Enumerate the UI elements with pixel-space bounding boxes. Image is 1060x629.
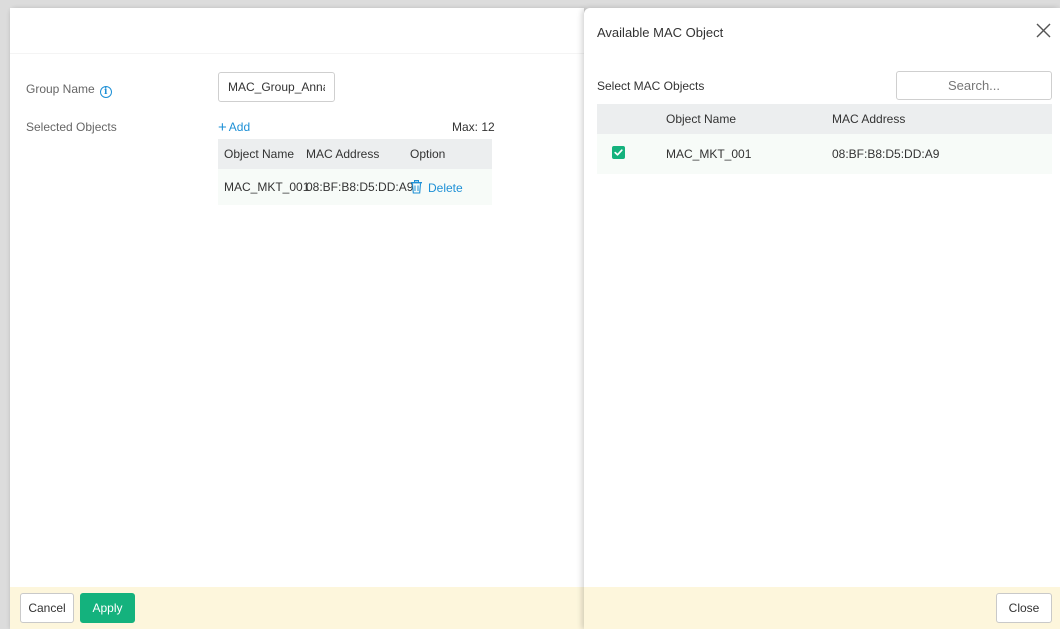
selected-objects-table: Object Name MAC Address Option MAC_MKT_0… bbox=[218, 139, 492, 205]
column-header-mac-address: MAC Address bbox=[306, 147, 380, 161]
selected-objects-label: Selected Objects bbox=[26, 120, 117, 134]
close-icon[interactable] bbox=[1036, 23, 1051, 38]
available-mac-object-drawer: Available MAC Object Select MAC Objects … bbox=[584, 8, 1060, 629]
table-row[interactable]: MAC_MKT_001 08:BF:B8:D5:DD:A9 bbox=[597, 134, 1052, 174]
search-input[interactable] bbox=[896, 71, 1052, 100]
trash-icon bbox=[411, 179, 422, 194]
group-name-label: Group Name i bbox=[26, 82, 112, 98]
table-row: MAC_MKT_001 08:BF:B8:D5:DD:A9 Delete bbox=[218, 169, 492, 205]
checkmark-icon bbox=[614, 149, 623, 156]
info-icon[interactable]: i bbox=[99, 86, 112, 98]
column-header-object-name: Object Name bbox=[666, 112, 737, 126]
add-object-button[interactable]: + Add bbox=[218, 119, 250, 136]
plus-icon: + bbox=[218, 119, 227, 136]
row-select-cell bbox=[597, 146, 666, 162]
cell-object-name: MAC_MKT_001 bbox=[666, 147, 752, 161]
drawer-title: Available MAC Object bbox=[597, 25, 724, 40]
group-name-input[interactable] bbox=[218, 72, 335, 102]
table-header: Object Name MAC Address bbox=[597, 104, 1052, 134]
cell-object-name: MAC_MKT_001 bbox=[224, 180, 310, 194]
apply-button[interactable]: Apply bbox=[80, 593, 135, 623]
drawer-subtitle: Select MAC Objects bbox=[597, 79, 705, 93]
panel-footer: Cancel Apply bbox=[10, 587, 584, 629]
cell-mac-address: 08:BF:B8:D5:DD:A9 bbox=[306, 180, 414, 194]
group-edit-panel: Group Name i Selected Objects +Add Max: 1… bbox=[10, 8, 584, 629]
column-header-object-name: Object Name bbox=[224, 147, 295, 161]
max-count-label: Max: 12 bbox=[452, 120, 495, 134]
drawer-footer: Close bbox=[584, 587, 1060, 629]
group-name-label-text: Group Name bbox=[26, 82, 95, 96]
add-label: Add bbox=[228, 120, 251, 134]
panel-header bbox=[10, 8, 584, 54]
cell-mac-address: 08:BF:B8:D5:DD:A9 bbox=[832, 147, 940, 161]
delete-button[interactable]: Delete bbox=[404, 179, 492, 195]
delete-label: Delete bbox=[428, 180, 463, 195]
row-checkbox[interactable] bbox=[612, 146, 625, 159]
column-header-option: Option bbox=[410, 147, 446, 161]
column-header-mac-address: MAC Address bbox=[832, 112, 906, 126]
table-header: Object Name MAC Address Option bbox=[218, 139, 492, 169]
cancel-button[interactable]: Cancel bbox=[20, 593, 74, 623]
available-objects-table: Object Name MAC Address MAC_MKT_001 08:B… bbox=[597, 104, 1052, 174]
close-button[interactable]: Close bbox=[996, 593, 1052, 623]
